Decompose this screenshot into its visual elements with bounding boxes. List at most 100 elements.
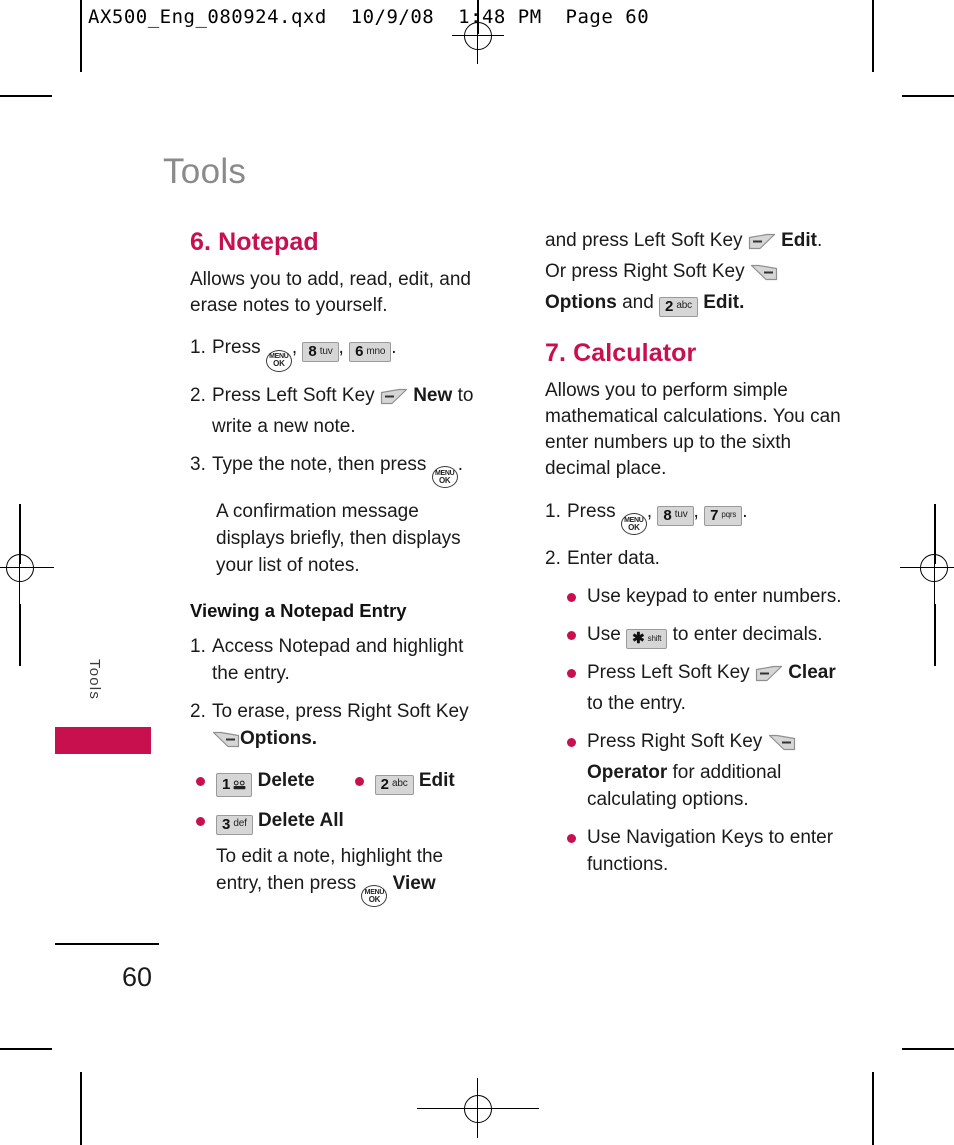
step-text-part: Press xyxy=(212,337,261,359)
key-8-tuv-icon: 8 tuv xyxy=(657,505,694,526)
key-8-tuv-icon: 8 tuv xyxy=(302,342,339,363)
key-letters: def xyxy=(233,818,247,830)
key-2-abc-icon: 2 abc xyxy=(659,296,698,317)
key-digit: 2 xyxy=(380,775,389,793)
left-soft-key-icon xyxy=(748,232,776,259)
step-text-part: Press Left Soft Key xyxy=(212,384,375,406)
right-soft-key-icon xyxy=(750,263,778,290)
bullet-left-soft-key-clear: Press Left Soft Key Clear to the entry. xyxy=(561,660,845,718)
step-view-2: 2. To erase, press Right Soft Key Option… xyxy=(190,699,490,757)
right-column: and press Left Soft Key Edit. Or press R… xyxy=(545,228,845,890)
menu-ok-key-icon: MENU OK xyxy=(431,466,458,489)
step-period: . xyxy=(457,453,463,475)
left-soft-key-icon xyxy=(755,664,783,691)
key-1-voicemail-icon: 1 xyxy=(216,772,253,797)
step-text-part: Type the note, then press xyxy=(212,453,427,475)
key-digit: 8 xyxy=(308,343,317,361)
continuation-bold-edit: Edit xyxy=(781,230,817,251)
bullet-text: Use Navigation Keys to enter functions. xyxy=(587,826,834,875)
step-text: Press Left Soft Key New to write a new n… xyxy=(212,383,490,441)
menu-ok-label-ok: OK xyxy=(273,359,285,369)
key-star-shift-icon: ✱ shift xyxy=(626,629,668,649)
menu-ok-key-icon: MENU OK xyxy=(361,885,388,908)
key-letters: abc xyxy=(676,300,692,312)
key-2-abc-icon: 2 abc xyxy=(374,774,414,795)
step-calculator-2: 2. Enter data. xyxy=(545,546,845,573)
bullet-edit: 2 abc Edit xyxy=(349,768,455,797)
step-comma: , xyxy=(291,337,298,359)
bullet-use-keypad: Use keypad to enter numbers. xyxy=(561,584,845,611)
note-bold-view: View xyxy=(392,872,436,894)
step-comma: , xyxy=(646,500,653,522)
step-number: 3. xyxy=(190,453,206,475)
step-bold-new: New xyxy=(413,384,453,406)
voicemail-icon xyxy=(233,775,246,794)
key-digit: 7 xyxy=(710,506,719,524)
step-number: 1. xyxy=(545,500,561,522)
step-text-part: Press xyxy=(567,500,616,522)
continuation-text-c: and xyxy=(622,291,654,313)
key-letters: abc xyxy=(392,778,408,790)
step-text: Press MENU OK , 8 tuv , 6 mno . xyxy=(212,335,490,372)
menu-ok-label-ok: OK xyxy=(439,475,451,485)
menu-ok-key-icon: MENU OK xyxy=(265,349,292,372)
step-notepad-3: 3. Type the note, then press MENU OK . xyxy=(190,452,490,489)
step-number: 2. xyxy=(190,700,206,722)
key-digit: 8 xyxy=(663,506,672,524)
step-number: 1. xyxy=(190,337,206,359)
bullet-use-star-decimals: Use ✱ shift to enter decimals. xyxy=(561,622,845,649)
step-comma: , xyxy=(338,337,344,359)
step-text: Access Notepad and highlight the entry. xyxy=(212,636,464,684)
section-intro-calculator: Allows you to perform simple mathematica… xyxy=(545,379,841,480)
right-soft-key-icon xyxy=(768,733,796,760)
key-letters: tuv xyxy=(674,509,688,521)
menu-ok-label-ok: OK xyxy=(628,522,640,532)
notepad-options-bullets-row1: 1 Delete 2 abc Edit xyxy=(190,768,490,808)
continuation-bold-edit2: Edit. xyxy=(703,291,745,313)
continuation-text-a: and press Left Soft Key xyxy=(545,230,743,251)
section-heading-calculator: 7. Calculator xyxy=(545,338,697,367)
manual-page: Tools Tools 6. Notepad Allows you to add… xyxy=(0,0,954,1145)
subheading-viewing-notepad-entry: Viewing a Notepad Entry xyxy=(190,600,407,622)
section-intro-notepad: Allows you to add, read, edit, and erase… xyxy=(190,268,471,316)
step-comma: , xyxy=(693,500,699,522)
continuation-paragraph: and press Left Soft Key Edit. Or press R… xyxy=(545,228,845,317)
step-text-part: To erase, press Right Soft Key xyxy=(212,700,469,722)
calculator-bullets: Use keypad to enter numbers. Use ✱ shift… xyxy=(561,584,845,879)
left-column: 6. Notepad Allows you to add, read, edit… xyxy=(190,228,490,919)
bullet-label-edit: Edit xyxy=(418,769,455,791)
key-digit: 3 xyxy=(222,815,231,833)
bullet-text: Use keypad to enter numbers. xyxy=(587,586,842,608)
bullet-bold-operator: Operator xyxy=(587,761,668,783)
bullet-label-delete: Delete xyxy=(257,769,315,791)
step-number: 2. xyxy=(190,384,206,406)
notepad-confirmation-note: A confirmation message displays briefly,… xyxy=(216,501,461,577)
chapter-title: Tools xyxy=(163,152,247,191)
side-tab-block xyxy=(55,727,151,754)
key-6-mno-icon: 6 mno xyxy=(349,342,392,363)
step-text: Type the note, then press MENU OK . xyxy=(212,452,490,489)
step-text: Press MENU OK , 8 tuv , 7 pqrs . xyxy=(567,499,845,536)
step-notepad-2: 2. Press Left Soft Key New to write a ne… xyxy=(190,383,490,441)
key-3-def-icon: 3 def xyxy=(216,814,253,835)
left-soft-key-icon xyxy=(380,387,408,414)
step-text: Enter data. xyxy=(567,548,660,570)
step-number: 2. xyxy=(545,548,561,570)
key-letters: tuv xyxy=(319,345,333,357)
step-period: . xyxy=(742,500,748,522)
bullet-delete-all: 3 def Delete All xyxy=(190,808,490,835)
key-digit: 2 xyxy=(665,297,674,315)
step-calculator-1: 1. Press MENU OK , 8 tuv , 7 pqrs . xyxy=(545,499,845,536)
bullet-text-part: Use xyxy=(587,624,621,645)
section-heading-notepad: 6. Notepad xyxy=(190,228,319,256)
bullet-text-part: Press Left Soft Key xyxy=(587,662,750,683)
key-letters: mno xyxy=(366,345,386,357)
step-notepad-1: 1. Press MENU OK , 8 tuv , 6 mno . xyxy=(190,335,490,372)
bullet-delete: 1 Delete xyxy=(190,768,315,797)
notepad-edit-note: To edit a note, highlight the entry, the… xyxy=(216,844,490,908)
key-7-pqrs-icon: 7 pqrs xyxy=(704,505,743,526)
step-number: 1. xyxy=(190,636,206,658)
bullet-text-part: to enter decimals. xyxy=(672,624,823,645)
step-view-1: 1. Access Notepad and highlight the entr… xyxy=(190,634,490,688)
key-digit: 1 xyxy=(222,775,231,793)
